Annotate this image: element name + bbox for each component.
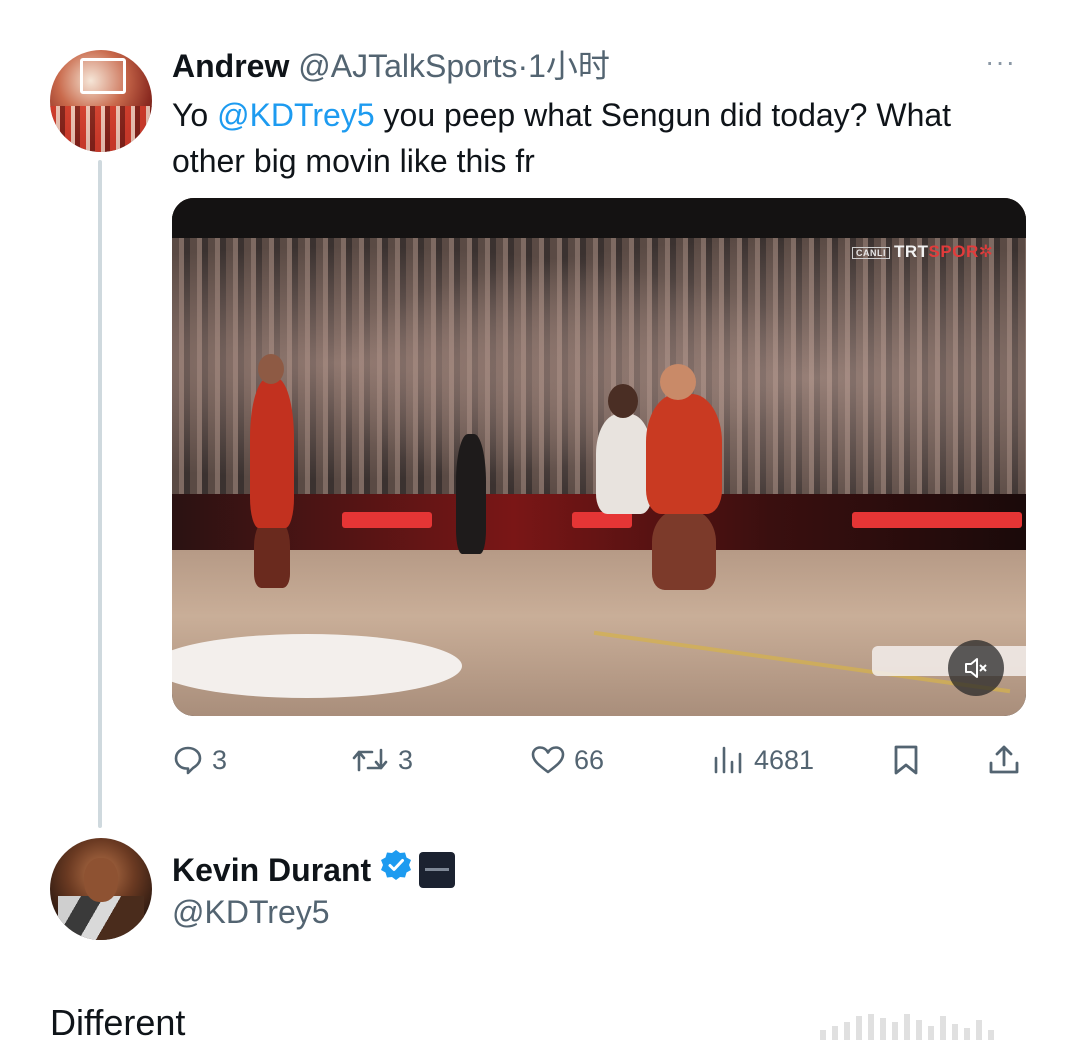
ad-board-logo	[572, 512, 632, 528]
ad-board-logo	[852, 512, 1022, 528]
video-player-head	[608, 384, 638, 418]
video-player-red	[250, 378, 294, 528]
reply-author-name[interactable]: Kevin Durant	[172, 850, 371, 890]
tweet-text-before: Yo	[172, 97, 218, 133]
video-player-red	[646, 394, 722, 514]
retweet-button[interactable]: 3	[350, 736, 413, 784]
like-icon	[531, 746, 565, 774]
video-player-head	[258, 354, 284, 384]
reply-text: Different	[50, 1002, 186, 1043]
bottom-watermark	[820, 1014, 1050, 1040]
tweet-text: Yo @KDTrey5 you peep what Sengun did tod…	[172, 92, 1032, 184]
verified-icon[interactable]	[379, 848, 413, 891]
reply-icon	[174, 746, 202, 775]
reply-count: 3	[212, 744, 228, 775]
like-count: 66	[574, 744, 605, 775]
avatar-hoop	[80, 58, 126, 94]
video-arena-roof	[172, 198, 1026, 238]
author-name[interactable]: Andrew	[172, 48, 289, 84]
bookmark-button[interactable]	[890, 736, 922, 784]
bookmark-icon	[894, 745, 918, 775]
reply-author-name-row: Kevin Durant	[172, 848, 456, 891]
like-button[interactable]: 66	[530, 736, 604, 784]
affiliation-badge[interactable]	[419, 851, 456, 888]
avatar-kevin-durant[interactable]	[50, 838, 152, 940]
reply-button[interactable]: 3	[172, 736, 227, 784]
video-referee	[456, 434, 486, 554]
views-count: 4681	[754, 744, 815, 775]
video-player[interactable]: CANLI TRTSPOR✲	[172, 198, 1026, 716]
avatar-coat	[58, 896, 144, 940]
mention-link[interactable]: @KDTrey5	[217, 97, 375, 133]
author-handle[interactable]: @AJTalkSports	[298, 48, 517, 84]
tweet-time[interactable]: 1小时	[528, 48, 610, 84]
avatar-face	[84, 858, 118, 902]
retweet-count: 3	[398, 744, 414, 775]
views-icon	[714, 746, 742, 774]
video-player-legs	[254, 518, 290, 588]
reply-author-handle[interactable]: @KDTrey5	[172, 892, 330, 932]
tweet-actions: 3 3 66 4681	[0, 736, 1071, 786]
ad-board-logo	[342, 512, 432, 528]
avatar-andrew[interactable]	[50, 50, 152, 152]
video-player-head	[660, 364, 696, 400]
tweet-header: Andrew @AJTalkSports·1小时	[172, 46, 610, 86]
views-button[interactable]: 4681	[712, 736, 814, 784]
retweet-icon	[352, 748, 388, 772]
video-player-legs	[652, 510, 716, 590]
broadcaster-watermark: CANLI TRTSPOR✲	[852, 242, 993, 262]
video-player-white	[596, 414, 652, 514]
star-icon: ✲	[978, 242, 994, 261]
avatar-crowd	[50, 106, 152, 152]
share-button[interactable]	[986, 736, 1022, 784]
thread-connector-line	[98, 160, 102, 828]
share-icon	[989, 745, 1019, 774]
header-separator: ·	[517, 48, 529, 84]
more-icon[interactable]: ···	[985, 48, 1016, 76]
mute-icon[interactable]	[948, 640, 1004, 696]
